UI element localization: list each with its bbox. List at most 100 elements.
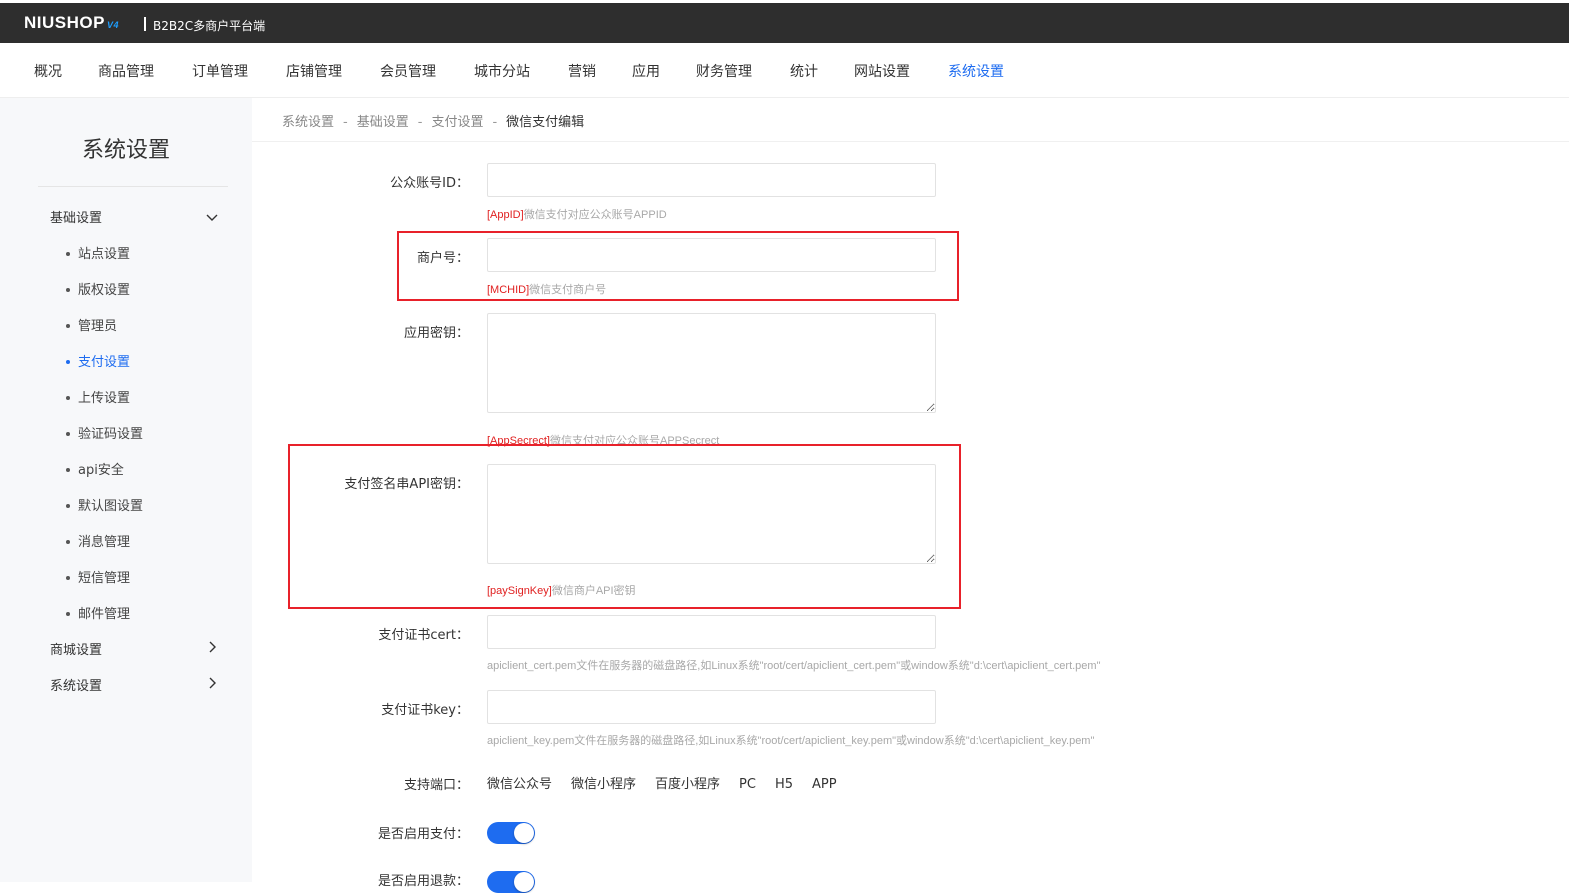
port-item: PC bbox=[739, 777, 756, 792]
platform-subtitle: B2B2C多商户平台端 bbox=[153, 19, 266, 33]
paysignkey-label: 支付签名串API密钥： bbox=[344, 477, 469, 492]
bullet-icon bbox=[66, 539, 70, 544]
sidebar-item-label: 短信管理 bbox=[78, 571, 131, 586]
hint-key: [paySignKey] bbox=[487, 585, 552, 597]
ports-list: 微信公众号 微信小程序 百度小程序 PC H5 APP bbox=[487, 773, 856, 792]
cert-label: 支付证书cert： bbox=[378, 628, 469, 643]
brand-name: NIUSHOP bbox=[24, 13, 105, 32]
sidebar-item-label: 验证码设置 bbox=[78, 427, 144, 442]
hint-key: [AppID] bbox=[487, 209, 524, 221]
top-bar: NIUSHOP V4 B2B2C多商户平台端 bbox=[0, 0, 1569, 43]
paysignkey-textarea[interactable] bbox=[487, 464, 936, 564]
port-item: 百度小程序 bbox=[655, 777, 721, 792]
sidebar-item-payment[interactable]: 支付设置 bbox=[66, 351, 130, 370]
nav-item-website[interactable]: 网站设置 bbox=[854, 61, 910, 81]
breadcrumb-separator: - bbox=[492, 115, 498, 130]
nav-item-shops[interactable]: 店铺管理 bbox=[286, 61, 342, 81]
nav-item-city[interactable]: 城市分站 bbox=[474, 61, 530, 81]
sidebar-divider bbox=[38, 186, 228, 187]
toggle-knob bbox=[514, 872, 534, 892]
chevron-down-icon[interactable] bbox=[205, 211, 219, 225]
sidebar-item-site[interactable]: 站点设置 bbox=[66, 243, 130, 262]
appsecret-textarea[interactable] bbox=[487, 313, 936, 413]
nav-item-stats[interactable]: 统计 bbox=[790, 61, 818, 81]
nav-item-marketing[interactable]: 营销 bbox=[568, 61, 596, 81]
nav-item-orders[interactable]: 订单管理 bbox=[192, 61, 248, 81]
bullet-icon bbox=[66, 611, 70, 616]
sidebar-item-label: api安全 bbox=[78, 463, 124, 478]
hint-text: 微信支付对应公众账号APPSecrect bbox=[549, 435, 720, 447]
port-item: 微信公众号 bbox=[487, 777, 553, 792]
sidebar-item-api-security[interactable]: api安全 bbox=[66, 459, 124, 478]
bullet-icon bbox=[66, 323, 70, 328]
sidebar-item-label: 版权设置 bbox=[78, 283, 131, 298]
brand-version: V4 bbox=[106, 20, 119, 30]
port-item: 微信小程序 bbox=[571, 777, 637, 792]
nav-item-finance[interactable]: 财务管理 bbox=[696, 61, 752, 81]
main-nav: 概况 商品管理 订单管理 店铺管理 会员管理 城市分站 营销 应用 财务管理 统… bbox=[0, 43, 1569, 98]
mchid-label: 商户号： bbox=[416, 251, 469, 266]
nav-item-members[interactable]: 会员管理 bbox=[380, 61, 436, 81]
breadcrumb-item[interactable]: 基础设置 bbox=[357, 115, 409, 130]
sidebar-group-mall[interactable]: 商城设置 bbox=[50, 639, 102, 658]
hint-text: 微信支付对应公众账号APPID bbox=[523, 209, 667, 221]
sidebar-item-copyright[interactable]: 版权设置 bbox=[66, 279, 130, 298]
hint-text: 微信支付商户号 bbox=[529, 284, 607, 296]
sidebar: 系统设置 基础设置 站点设置 版权设置 管理员 支付设置 上传设置 验证码设置 … bbox=[0, 98, 252, 882]
nav-item-apps[interactable]: 应用 bbox=[632, 61, 660, 81]
breadcrumb: 系统设置 - 基础设置 - 支付设置 - 微信支付编辑 bbox=[282, 111, 584, 130]
sidebar-item-messages[interactable]: 消息管理 bbox=[66, 531, 130, 550]
breadcrumb-bar: 系统设置 - 基础设置 - 支付设置 - 微信支付编辑 bbox=[252, 98, 1569, 142]
hint-key: [AppSecrect] bbox=[487, 435, 550, 447]
port-item: APP bbox=[812, 777, 837, 792]
sidebar-item-label: 管理员 bbox=[78, 319, 118, 334]
ports-label: 支持端口： bbox=[403, 778, 469, 793]
enable-pay-toggle[interactable] bbox=[487, 822, 535, 844]
sidebar-item-label: 上传设置 bbox=[78, 391, 131, 406]
breadcrumb-item[interactable]: 系统设置 bbox=[282, 115, 334, 130]
sidebar-item-label: 站点设置 bbox=[78, 247, 131, 262]
brand-logo[interactable]: NIUSHOP V4 bbox=[24, 13, 119, 33]
mchid-hint: [MCHID]微信支付商户号 bbox=[487, 281, 606, 297]
nav-item-overview[interactable]: 概况 bbox=[34, 61, 62, 81]
sidebar-item-label: 邮件管理 bbox=[78, 607, 131, 622]
sidebar-item-sms[interactable]: 短信管理 bbox=[66, 567, 130, 586]
sidebar-item-default-image[interactable]: 默认图设置 bbox=[66, 495, 143, 514]
hint-key: [MCHID] bbox=[487, 284, 530, 296]
sidebar-item-upload[interactable]: 上传设置 bbox=[66, 387, 130, 406]
wechat-pay-form: 公众账号ID： [AppID]微信支付对应公众账号APPID 商户号： [MCH… bbox=[252, 142, 1569, 893]
cert-input[interactable] bbox=[487, 615, 936, 649]
sidebar-item-captcha[interactable]: 验证码设置 bbox=[66, 423, 143, 442]
sidebar-group-system[interactable]: 系统设置 bbox=[50, 675, 102, 694]
enable-refund-toggle[interactable] bbox=[487, 871, 535, 893]
chevron-right-icon[interactable] bbox=[205, 640, 219, 654]
bullet-icon bbox=[66, 431, 70, 436]
appid-hint: [AppID]微信支付对应公众账号APPID bbox=[487, 206, 667, 222]
bullet-icon bbox=[66, 575, 70, 580]
bullet-icon bbox=[66, 359, 70, 364]
sidebar-title: 系统设置 bbox=[81, 138, 170, 163]
brand-divider bbox=[144, 17, 146, 31]
paysignkey-hint: [paySignKey]微信商户API密钥 bbox=[487, 582, 636, 598]
mchid-input[interactable] bbox=[487, 238, 936, 272]
breadcrumb-separator: - bbox=[343, 115, 348, 130]
port-item: H5 bbox=[774, 777, 794, 792]
hint-text: 微信商户API密钥 bbox=[551, 585, 636, 597]
sidebar-item-email[interactable]: 邮件管理 bbox=[66, 603, 130, 622]
enable-refund-label: 是否启用退款： bbox=[377, 874, 469, 889]
key-input[interactable] bbox=[487, 690, 936, 724]
appid-input[interactable] bbox=[487, 163, 936, 197]
appsecret-hint: [AppSecrect]微信支付对应公众账号APPSecrect bbox=[487, 432, 719, 448]
bullet-icon bbox=[66, 287, 70, 292]
sidebar-group-basic[interactable]: 基础设置 bbox=[50, 207, 102, 226]
cert-hint: apiclient_cert.pem文件在服务器的磁盘路径,如Linux系统"r… bbox=[487, 660, 1101, 672]
appsecret-label: 应用密钥： bbox=[403, 326, 469, 341]
nav-item-system[interactable]: 系统设置 bbox=[948, 61, 1004, 81]
nav-item-goods[interactable]: 商品管理 bbox=[98, 61, 154, 81]
chevron-right-icon[interactable] bbox=[205, 676, 219, 690]
breadcrumb-item[interactable]: 支付设置 bbox=[431, 115, 483, 130]
appid-label: 公众账号ID： bbox=[390, 176, 469, 191]
sidebar-item-label: 默认图设置 bbox=[78, 499, 144, 514]
sidebar-item-admin[interactable]: 管理员 bbox=[66, 315, 117, 334]
sidebar-item-label: 消息管理 bbox=[78, 535, 131, 550]
